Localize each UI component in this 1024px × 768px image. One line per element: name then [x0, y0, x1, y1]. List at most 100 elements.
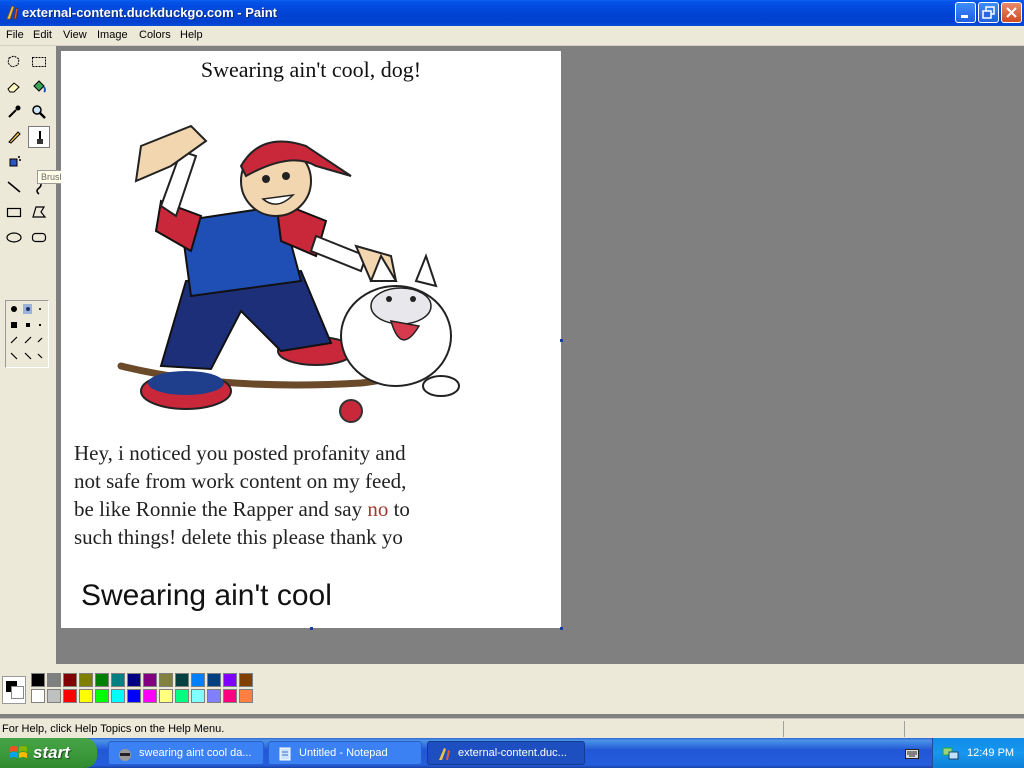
palette-swatch[interactable] [79, 673, 93, 687]
message-line-3-start: be like Ronnie the Rapper and say [74, 497, 368, 521]
palette-swatch[interactable] [47, 689, 61, 703]
palette-swatch[interactable] [223, 673, 237, 687]
palette-swatch[interactable] [175, 689, 189, 703]
notepad-icon [279, 747, 291, 761]
eraser-tool[interactable] [3, 76, 25, 98]
status-divider [783, 721, 784, 737]
rectangle-tool[interactable] [3, 201, 25, 223]
message-line-3: be like Ronnie the Rapper and say no to [74, 495, 554, 523]
status-bar: For Help, click Help Topics on the Help … [0, 718, 1024, 739]
keyboard-icon[interactable] [905, 748, 919, 760]
palette-swatch[interactable] [143, 673, 157, 687]
clock[interactable]: 12:49 PM [967, 747, 1014, 759]
brush-shape-options[interactable] [5, 300, 49, 368]
polygon-tool[interactable] [28, 201, 50, 223]
resize-handle-bottom[interactable] [310, 627, 313, 630]
palette-swatch[interactable] [31, 673, 45, 687]
text-icon [31, 154, 47, 170]
rectangle-icon [6, 207, 22, 218]
menu-file[interactable]: File [6, 29, 24, 41]
taskbar-item-paint[interactable]: external-content.duc... [427, 741, 585, 765]
taskbar-item-notepad[interactable]: Untitled - Notepad [268, 741, 422, 765]
menu-colors[interactable]: Colors [139, 29, 171, 41]
resize-handle-right[interactable] [560, 339, 563, 342]
minimize-button[interactable] [955, 2, 976, 23]
system-tray: 12:49 PM [932, 738, 1024, 768]
pencil-icon [8, 131, 21, 144]
magnifier-icon [32, 105, 46, 119]
menu-image[interactable]: Image [97, 29, 128, 41]
network-icon[interactable] [942, 745, 960, 761]
restore-button[interactable] [978, 2, 999, 23]
paint-app-icon [6, 5, 19, 20]
palette-swatch[interactable] [175, 673, 189, 687]
magnifier-tool[interactable] [28, 101, 50, 123]
palette-swatch[interactable] [159, 689, 173, 703]
palette-swatch[interactable] [127, 673, 141, 687]
ellipse-icon [6, 232, 22, 243]
select-tool[interactable] [28, 51, 50, 73]
start-button[interactable]: start [0, 738, 97, 768]
status-text: For Help, click Help Topics on the Help … [2, 723, 225, 735]
palette-swatch[interactable] [63, 689, 77, 703]
fill-with-color-tool[interactable] [28, 76, 50, 98]
palette-swatch[interactable] [31, 689, 45, 703]
palette-swatch[interactable] [239, 673, 253, 687]
airbrush-icon [9, 156, 21, 167]
title-bar[interactable]: external-content.duckduckgo.com - Paint [0, 0, 1024, 26]
menu-help[interactable]: Help [180, 29, 203, 41]
palette-swatch[interactable] [47, 673, 61, 687]
menu-view[interactable]: View [63, 29, 87, 41]
palette-swatch[interactable] [143, 689, 157, 703]
palette-swatch[interactable] [127, 689, 141, 703]
pick-color-tool[interactable] [3, 101, 25, 123]
message-line-2: not safe from work content on my feed, [74, 469, 407, 493]
minimize-icon [961, 15, 968, 18]
background-color[interactable] [11, 686, 24, 699]
palette-swatch[interactable] [95, 689, 109, 703]
eyedropper-icon [8, 105, 21, 118]
palette-swatch[interactable] [111, 673, 125, 687]
palette-swatch[interactable] [223, 689, 237, 703]
palette-swatch[interactable] [191, 673, 205, 687]
drawing-canvas[interactable]: Swearing ain't cool, dog! Hey, i noticed… [61, 51, 561, 628]
image-footer-text: Swearing ain't cool [81, 579, 332, 612]
palette-swatch[interactable] [207, 673, 221, 687]
toolbox [0, 46, 56, 664]
rounded-rectangle-icon [31, 232, 47, 243]
palette-swatch[interactable] [191, 689, 205, 703]
palette-swatch[interactable] [207, 689, 221, 703]
brush-shapes-grid [10, 304, 43, 360]
taskbar-item-label: external-content.duc... [458, 747, 567, 759]
paint-bucket-icon [33, 80, 46, 93]
taskbar-item-label: Untitled - Notepad [299, 747, 388, 759]
palette-swatch[interactable] [159, 673, 173, 687]
image-heading: Swearing ain't cool, dog! [200, 57, 422, 82]
status-divider [904, 721, 905, 737]
menu-edit[interactable]: Edit [33, 29, 52, 41]
raccoon-icon [119, 749, 131, 761]
brush-tool[interactable] [28, 126, 50, 148]
brush-icon [37, 131, 43, 144]
airbrush-tool[interactable] [3, 151, 25, 173]
message-text: Hey, i noticed you posted profanity and … [74, 439, 554, 551]
palette-swatch[interactable] [79, 689, 93, 703]
pencil-tool[interactable] [3, 126, 25, 148]
ellipse-tool[interactable] [3, 226, 25, 248]
menu-bar: File Edit View Image Colors Help [0, 26, 1024, 46]
taskbar-item-swearing-image[interactable]: swearing aint cool da... [108, 741, 264, 765]
line-tool[interactable] [3, 176, 25, 198]
close-button[interactable] [1001, 2, 1022, 23]
free-form-select-tool[interactable] [3, 51, 25, 73]
palette-swatch[interactable] [239, 689, 253, 703]
rounded-rectangle-tool[interactable] [28, 226, 50, 248]
palette-swatch[interactable] [63, 673, 77, 687]
cartoon-rapper-and-bulldog-illustration [117, 124, 460, 423]
taskbar: start swearing aint cool da... Untitled … [0, 738, 1024, 768]
highlighted-word-no: no [367, 497, 389, 521]
paint-app-icon [439, 748, 450, 760]
resize-handle-corner[interactable] [560, 627, 563, 630]
palette-swatch[interactable] [95, 673, 109, 687]
start-label: start [33, 743, 70, 762]
palette-swatch[interactable] [111, 689, 125, 703]
